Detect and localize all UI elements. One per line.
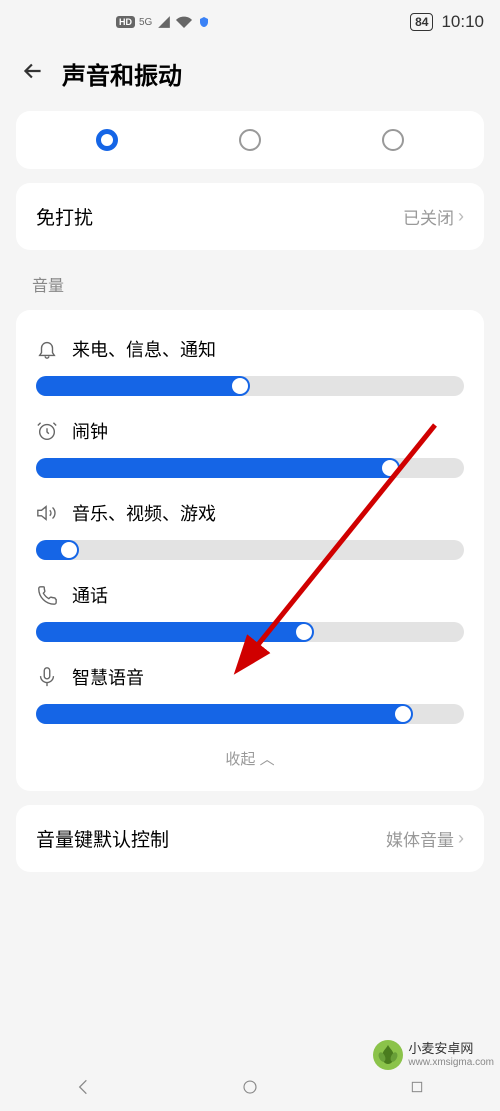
network-type: 5G bbox=[139, 17, 152, 28]
volume-section-title: 音量 bbox=[0, 250, 500, 296]
phone-icon bbox=[36, 584, 58, 606]
nav-back-icon[interactable] bbox=[71, 1075, 95, 1099]
page-header: 声音和振动 bbox=[0, 44, 500, 111]
volume-item-alarm: 闹钟 bbox=[36, 408, 464, 490]
volume-card: 来电、信息、通知 闹钟 音乐、视频、游戏 bbox=[16, 310, 484, 791]
shield-icon bbox=[196, 14, 212, 30]
watermark-logo-icon bbox=[372, 1039, 404, 1071]
nav-recent-icon[interactable] bbox=[405, 1075, 429, 1099]
volume-label: 音乐、视频、游戏 bbox=[72, 500, 216, 526]
dnd-card: 免打扰 已关闭 › bbox=[16, 183, 484, 250]
default-control-row[interactable]: 音量键默认控制 媒体音量 › bbox=[36, 805, 464, 872]
mode-option-0[interactable] bbox=[96, 129, 118, 151]
mode-option-2[interactable] bbox=[382, 129, 404, 151]
status-bar: HD 5G 84 10:10 bbox=[0, 0, 500, 44]
speaker-icon bbox=[36, 502, 58, 524]
default-control-label: 音量键默认控制 bbox=[36, 825, 169, 852]
clock: 10:10 bbox=[441, 12, 484, 32]
volume-slider-alarm[interactable] bbox=[36, 458, 464, 478]
volume-label: 通话 bbox=[72, 582, 108, 608]
volume-label: 智慧语音 bbox=[72, 664, 144, 690]
nav-home-icon[interactable] bbox=[238, 1075, 262, 1099]
volume-item-voice: 智慧语音 bbox=[36, 654, 464, 736]
mode-option-1[interactable] bbox=[239, 129, 261, 151]
hd-badge: HD bbox=[116, 16, 135, 28]
volume-slider-media[interactable] bbox=[36, 540, 464, 560]
collapse-button[interactable]: 收起 ︿ bbox=[36, 736, 464, 783]
mic-icon bbox=[36, 666, 58, 688]
default-control-card: 音量键默认控制 媒体音量 › bbox=[16, 805, 484, 872]
volume-slider-ringtone[interactable] bbox=[36, 376, 464, 396]
back-icon[interactable] bbox=[20, 58, 46, 89]
status-right: 84 10:10 bbox=[410, 12, 484, 32]
signal-icon bbox=[156, 14, 172, 30]
alarm-icon bbox=[36, 420, 58, 442]
watermark-url: www.xmsigma.com bbox=[408, 1057, 494, 1068]
volume-label: 来电、信息、通知 bbox=[72, 336, 216, 362]
volume-item-media: 音乐、视频、游戏 bbox=[36, 490, 464, 572]
volume-label: 闹钟 bbox=[72, 418, 108, 444]
page-title: 声音和振动 bbox=[62, 56, 182, 91]
bell-icon bbox=[36, 338, 58, 360]
dnd-label: 免打扰 bbox=[36, 203, 93, 230]
default-control-value: 媒体音量 › bbox=[386, 826, 464, 851]
chevron-right-icon: › bbox=[458, 828, 464, 849]
volume-slider-call[interactable] bbox=[36, 622, 464, 642]
volume-item-ringtone: 来电、信息、通知 bbox=[36, 326, 464, 408]
watermark: 小麦安卓网 www.xmsigma.com bbox=[372, 1039, 494, 1071]
chevron-right-icon: › bbox=[458, 206, 464, 227]
wifi-icon bbox=[176, 14, 192, 30]
volume-slider-voice[interactable] bbox=[36, 704, 464, 724]
dnd-row[interactable]: 免打扰 已关闭 › bbox=[36, 183, 464, 250]
watermark-name: 小麦安卓网 bbox=[408, 1042, 494, 1056]
chevron-up-icon: ︿ bbox=[260, 751, 275, 768]
mode-selector bbox=[16, 111, 484, 169]
dnd-value: 已关闭 › bbox=[403, 204, 464, 229]
battery-icon: 84 bbox=[410, 13, 433, 31]
volume-item-call: 通话 bbox=[36, 572, 464, 654]
status-left: HD 5G bbox=[116, 14, 212, 30]
